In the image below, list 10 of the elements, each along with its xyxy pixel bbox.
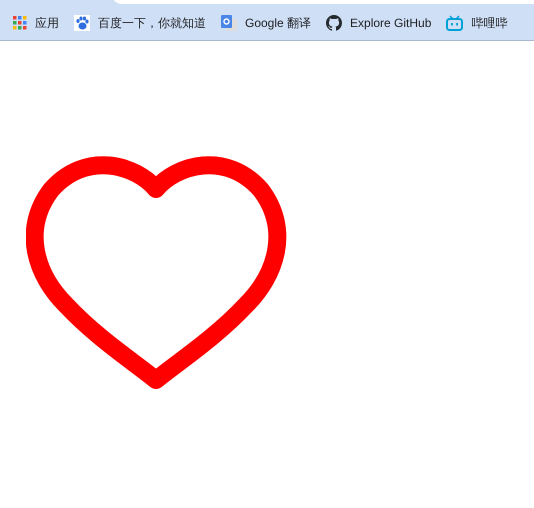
github-cat-icon bbox=[326, 14, 342, 30]
bookmark-link[interactable]: 百度一下，你就知道 bbox=[74, 10, 206, 36]
bookmark-link[interactable]: Explore GitHub bbox=[326, 10, 432, 36]
tv-icon bbox=[446, 14, 464, 30]
apps-grid-icon bbox=[13, 16, 27, 30]
paw-icon bbox=[74, 14, 90, 30]
bookmark-link[interactable]: Google 翻译 bbox=[221, 10, 312, 36]
bookmark-link[interactable]: 哔哩哔 bbox=[446, 10, 508, 36]
bookmark-link[interactable]: 应用 bbox=[13, 10, 59, 36]
translate-icon bbox=[221, 14, 237, 30]
